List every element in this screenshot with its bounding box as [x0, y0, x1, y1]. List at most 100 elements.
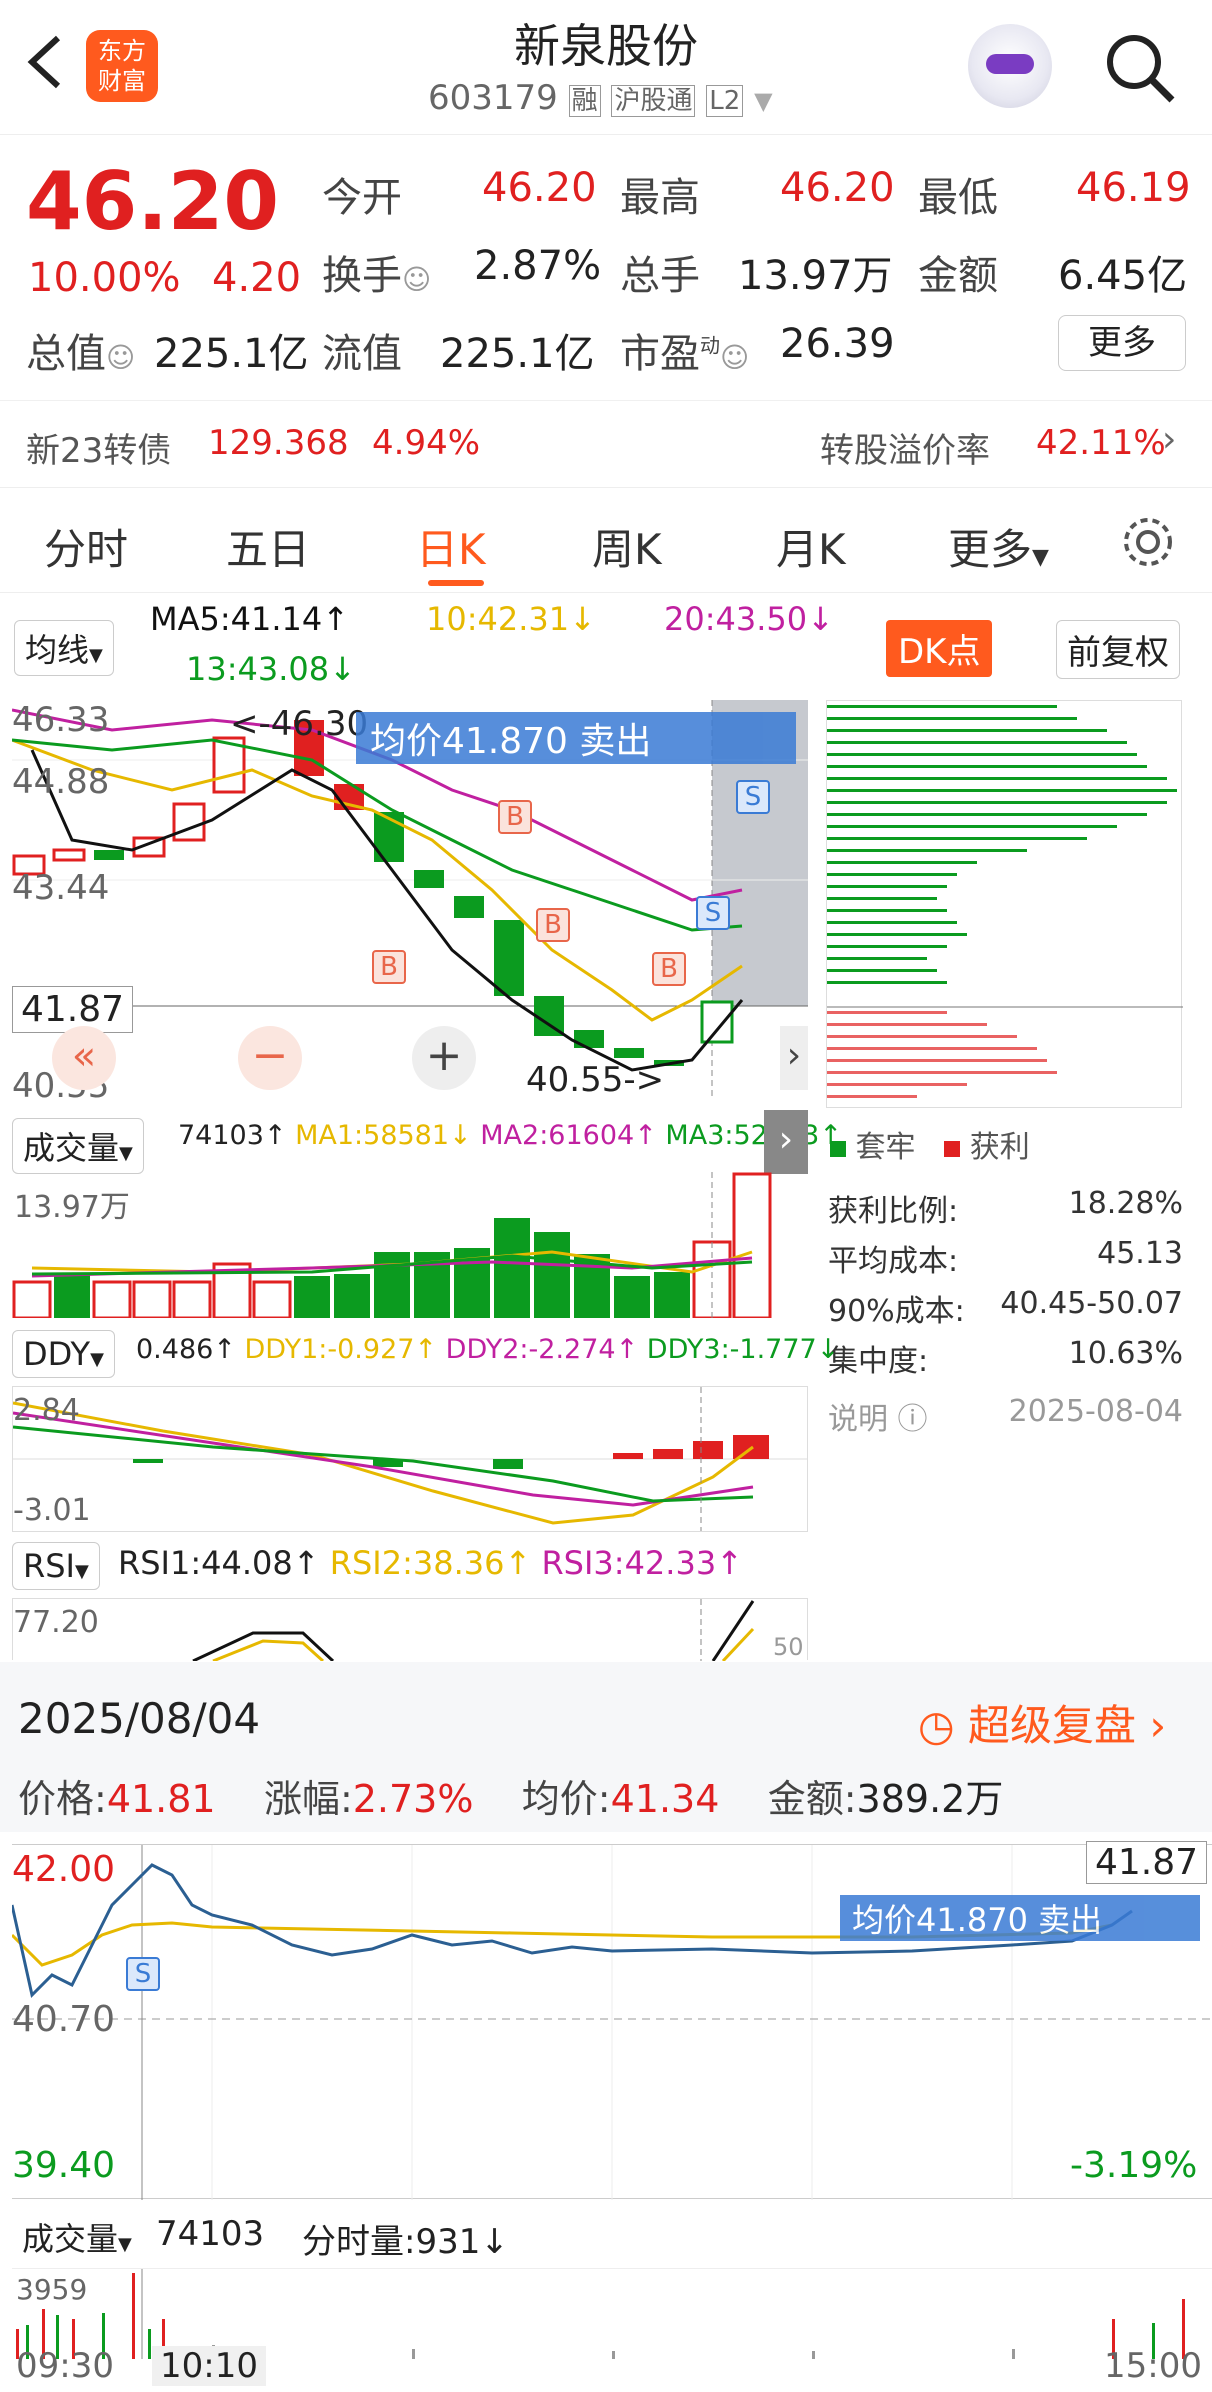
- last-price: 46.20: [26, 155, 280, 248]
- caret-down-icon: ▼: [89, 645, 103, 666]
- scroll-left-button[interactable]: «: [52, 1026, 116, 1090]
- expand-indicators-button[interactable]: ›: [764, 1110, 808, 1174]
- chevron-right-icon: ›: [1162, 419, 1177, 460]
- bond-row[interactable]: 新23转债 129.368 4.94% 转股溢价率 42.11% ›: [0, 400, 1212, 486]
- chip-date: 2025-08-04: [1008, 1394, 1183, 1429]
- stat-low-value: 46.19: [1076, 165, 1191, 211]
- caret-down-icon: ▼: [90, 1349, 104, 1370]
- intraday-volume-chart[interactable]: 3959: [12, 2268, 1212, 2359]
- ddy2-value: DDY2:-2.274↑: [445, 1334, 639, 1365]
- intraday-volume-max: 3959: [16, 2273, 88, 2306]
- chevron-right-icon: ›: [1149, 1701, 1167, 1750]
- chip-note-row[interactable]: 说明 ⓘ 2025-08-04: [828, 1394, 1183, 1438]
- stat-high-label: 最高: [620, 175, 700, 221]
- super-review-link[interactable]: ◷ 超级复盘 ›: [918, 1692, 1166, 1753]
- volume-value: 74103↑: [178, 1120, 287, 1151]
- intraday-volume-selector[interactable]: 成交量▼: [12, 2210, 142, 2264]
- ma13-value: 13:43.08↓: [186, 650, 356, 688]
- chip-legend: 套牢 获利: [830, 1122, 1030, 1166]
- premium-label: 转股溢价率: [820, 431, 990, 471]
- stat-mktcap-label[interactable]: 总值☺: [26, 321, 135, 379]
- ddy-chart[interactable]: 2.84 -3.01: [12, 1386, 808, 1532]
- tab-monthly[interactable]: 月K: [776, 516, 846, 577]
- volume-ma3: MA3:52603↑: [665, 1120, 842, 1151]
- legend-swatch-red: [944, 1141, 961, 1157]
- search-icon: [1107, 35, 1175, 103]
- chip-distribution[interactable]: [826, 700, 1183, 1108]
- rsi2-value: RSI2:38.36↑: [329, 1544, 532, 1582]
- volume-chart[interactable]: 13.97万: [12, 1172, 808, 1320]
- chip-avg-cost: 平均成本: 45.13: [828, 1236, 1183, 1279]
- zoom-out-button[interactable]: −: [238, 1026, 302, 1090]
- detail-date: 2025/08/04: [18, 1694, 261, 1743]
- detail-change: 2.73%: [352, 1777, 474, 1821]
- zoom-in-button[interactable]: +: [412, 1026, 476, 1090]
- intraday-volume-value: 74103: [156, 2214, 265, 2254]
- assistant-avatar[interactable]: [968, 24, 1052, 108]
- intraday-y-top: 42.00: [12, 1849, 116, 1890]
- rsi1-value: RSI1:44.08↑: [118, 1544, 320, 1582]
- tab-more[interactable]: 更多▼: [948, 516, 1049, 577]
- intraday-chart[interactable]: 42.00 40.70 39.40 41.87 -3.19% 均价41.870 …: [10, 1841, 1212, 2200]
- detail-stats: 价格:41.81 涨幅:2.73% 均价:41.34 金额:389.2万: [18, 1777, 1004, 1821]
- stock-code-row[interactable]: 603179 融 沪股通 L2 ▼: [428, 78, 773, 118]
- stat-turnover-label[interactable]: 换手☺: [322, 243, 431, 301]
- stat-high-value: 46.20: [780, 165, 895, 211]
- change-percent: 10.00%: [28, 255, 181, 301]
- volume-ma1: MA1:58581↓: [295, 1120, 472, 1151]
- detail-amount: 389.2万: [856, 1777, 1004, 1821]
- y-label-top: 46.33: [12, 700, 110, 740]
- volume-indicator-selector[interactable]: 成交量▼: [12, 1118, 144, 1174]
- dk-point-button[interactable]: DK点: [886, 620, 993, 677]
- buy-marker: B: [652, 952, 686, 986]
- rsi-chart[interactable]: 77.20 50: [12, 1598, 808, 1663]
- info-icon: ☺: [402, 263, 432, 296]
- kline-chart[interactable]: 46.33 44.88 43.44 40.55 <-46.30 40.55-> …: [11, 700, 808, 1106]
- hk-connect-badge: 沪股通: [611, 85, 696, 117]
- detail-price: 41.81: [106, 1777, 216, 1821]
- stat-pe-label[interactable]: 市盈动☺: [620, 321, 749, 379]
- rsi-indicator-selector[interactable]: RSI▼: [12, 1542, 100, 1590]
- tab-5day[interactable]: 五日: [226, 516, 310, 577]
- adjust-button[interactable]: 前复权: [1056, 620, 1180, 679]
- chip-90-cost: 90%成本: 40.45-50.07: [828, 1286, 1183, 1329]
- search-button[interactable]: [1100, 28, 1180, 108]
- bond-price: 129.368: [208, 423, 349, 463]
- caret-down-icon: ▼: [118, 2234, 132, 2255]
- caret-down-icon: ▼: [74, 1561, 89, 1582]
- intraday-y-bottom-pct: -3.19%: [1070, 2145, 1198, 2186]
- ddy-indicator-selector[interactable]: DDY▼: [12, 1330, 115, 1378]
- bond-percent: 4.94%: [372, 423, 481, 463]
- sell-marker: S: [736, 780, 770, 814]
- chip-profit-ratio: 获利比例: 18.28%: [828, 1186, 1183, 1229]
- stat-pe-value: 26.39: [780, 321, 895, 367]
- clock-icon: ◷: [918, 1701, 955, 1750]
- change-amount: 4.20: [212, 255, 302, 301]
- info-icon: ☺: [106, 341, 136, 374]
- stat-float-value: 225.1亿: [440, 331, 595, 377]
- caret-down-icon: ▼: [119, 1143, 133, 1164]
- info-icon: ⓘ: [897, 1402, 928, 1437]
- bond-name: 新23转债: [26, 431, 172, 471]
- buy-marker: B: [536, 908, 570, 942]
- chart-settings-button[interactable]: [1118, 512, 1178, 572]
- buy-marker: B: [498, 800, 532, 834]
- stat-open-label: 今开: [322, 175, 402, 221]
- buy-marker: B: [372, 950, 406, 984]
- tab-weekly[interactable]: 周K: [592, 516, 662, 577]
- tab-intraday[interactable]: 分时: [44, 516, 128, 577]
- more-stats-button[interactable]: 更多: [1058, 315, 1186, 371]
- ma20-value: 20:43.50↓: [664, 600, 834, 638]
- ma10-value: 10:42.31↓: [426, 600, 596, 638]
- legend-trap: 套牢: [855, 1130, 916, 1165]
- chip-concentration: 集中度: 10.63%: [828, 1336, 1183, 1379]
- y-label-3: 43.44: [12, 868, 110, 908]
- ma5-value: MA5:41.14↑: [150, 600, 350, 638]
- indicator-selector[interactable]: 均线▼: [14, 620, 114, 676]
- high-marker: <-46.30: [230, 704, 369, 744]
- margin-badge: 融: [568, 85, 601, 117]
- sell-marker: S: [126, 1957, 160, 1991]
- tab-daily[interactable]: 日K: [416, 516, 486, 577]
- stat-volume-label: 总手: [620, 253, 700, 299]
- scroll-right-button[interactable]: ›: [780, 1026, 808, 1090]
